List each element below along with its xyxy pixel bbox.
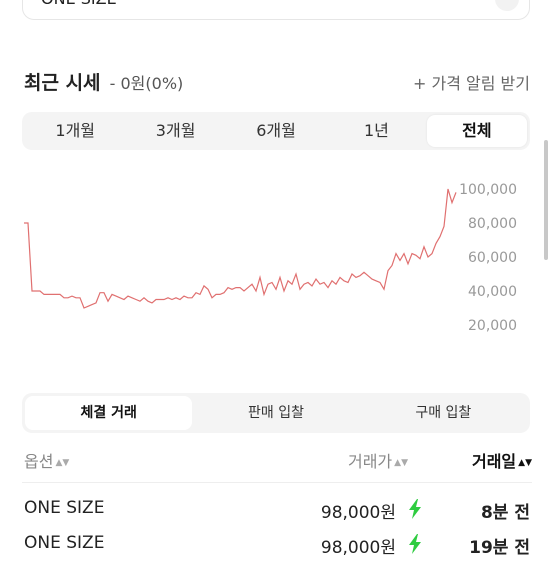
tab-buy-bids[interactable]: 구매 입찰 [360, 396, 527, 430]
column-header-price[interactable]: 거래가 ▲▼ [348, 448, 408, 472]
column-header-date[interactable]: 거래일 ▲▼ [472, 448, 532, 472]
sort-icon: ▲▼ [394, 458, 408, 468]
tab-all[interactable]: 전체 [426, 115, 528, 147]
tab-6-months[interactable]: 6개월 [226, 115, 326, 147]
price-series-line [24, 188, 457, 309]
y-tick-label: 20,000 [468, 318, 517, 334]
row-option: ONE SIZE [24, 498, 105, 518]
row-date: 19분 전 [469, 538, 530, 558]
tab-3-months[interactable]: 3개월 [125, 115, 225, 147]
chevron-down-icon[interactable] [495, 0, 519, 11]
price-header: 최근 시세 - 0원(0%) + 가격 알림 받기 [24, 68, 530, 96]
y-tick-label: 60,000 [468, 250, 517, 266]
column-header-option[interactable]: 옵션 ▲▼ [24, 448, 69, 472]
tab-completed-trades[interactable]: 체결 거래 [25, 396, 193, 430]
y-tick-label: 80,000 [468, 216, 517, 232]
section-title: 최근 시세 [24, 72, 101, 94]
row-price: 98,000원 [320, 538, 396, 558]
sort-icon: ▲▼ [55, 458, 70, 468]
column-header-option-label: 옵션 [24, 452, 54, 471]
size-selector[interactable]: ONE SIZE [22, 0, 530, 20]
column-header-date-label: 거래일 [471, 452, 517, 471]
lightning-icon [409, 534, 421, 554]
trade-tabs: 체결 거래 판매 입찰 구매 입찰 [22, 393, 530, 433]
y-tick-label: 40,000 [468, 284, 517, 300]
table-row: ONE SIZE 98,000원 19분 전 [0, 533, 554, 563]
size-selector-value: ONE SIZE [41, 0, 117, 8]
price-alert-button[interactable]: + 가격 알림 받기 [413, 70, 530, 94]
tab-sell-bids[interactable]: 판매 입찰 [192, 396, 359, 430]
y-tick-label: 100,000 [459, 182, 517, 198]
table-divider [22, 482, 532, 483]
row-price: 98,000원 [320, 503, 396, 523]
tab-1-year[interactable]: 1년 [326, 115, 426, 147]
table-row: ONE SIZE 98,000원 8분 전 [0, 498, 554, 528]
row-date: 8분 전 [480, 503, 530, 523]
tab-1-month[interactable]: 1개월 [25, 115, 125, 147]
scrollbar[interactable] [544, 140, 548, 260]
sort-desc-icon: ▲▼ [518, 458, 532, 468]
price-chart: 100,000 80,000 60,000 40,000 20,000 [24, 182, 517, 334]
period-tabs: 1개월 3개월 6개월 1년 전체 [22, 112, 530, 150]
price-change: - 0원(0%) [109, 74, 184, 93]
lightning-icon [409, 499, 421, 519]
row-option: ONE SIZE [24, 533, 105, 553]
column-header-price-label: 거래가 [347, 452, 393, 471]
